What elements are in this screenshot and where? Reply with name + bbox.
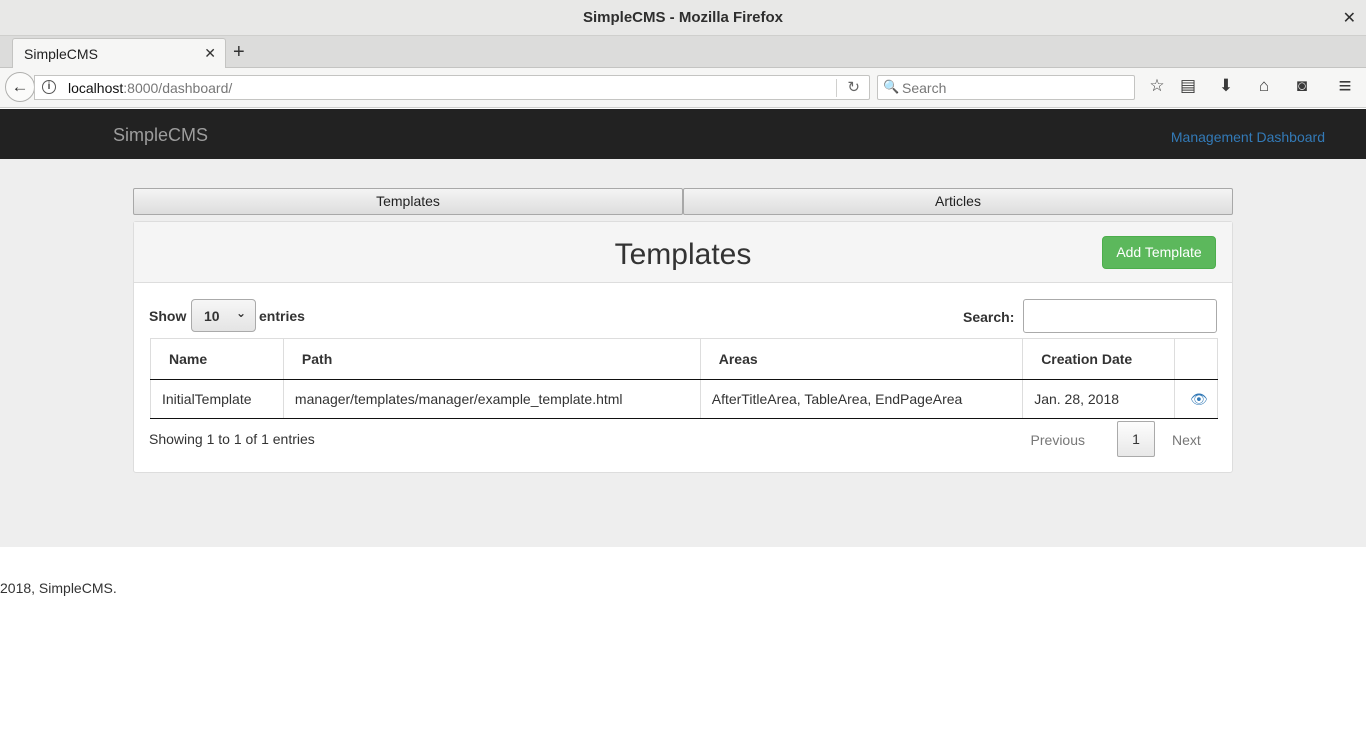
page-length-value: 10 [204,308,220,324]
templates-table: Name Path Areas Creation Date InitialTem… [150,338,1218,419]
bookmark-star-icon[interactable]: ☆ [1146,76,1168,96]
templates-panel: Templates Add Template Show 10 ⌄ entries… [133,221,1233,473]
table-header-row: Name Path Areas Creation Date [150,338,1218,380]
table-row: InitialTemplate manager/templates/manage… [150,379,1218,419]
chevron-down-icon: ⌄ [235,306,246,320]
reading-list-icon[interactable]: ▤ [1177,76,1199,96]
cell-name: InitialTemplate [150,379,284,419]
panel-title: Templates [614,238,752,271]
previous-page-button[interactable]: Previous [1031,432,1085,448]
show-label: Show [149,308,187,324]
column-header-path[interactable]: Path [282,338,701,380]
browser-tab-label: SimpleCMS [24,46,98,62]
articles-tab-button[interactable]: Articles [683,188,1233,215]
browser-tabstrip: SimpleCMS ✕ + [0,36,1366,68]
table-search-label: Search: [963,309,1015,325]
site-brand[interactable]: SimpleCMS [113,125,208,146]
search-icon: 🔍 [883,79,900,94]
home-icon[interactable]: ⌂ [1253,76,1275,96]
tab-close-icon[interactable]: ✕ [204,45,216,62]
cell-areas: AfterTitleArea, TableArea, EndPageArea [699,379,1024,419]
table-search-input[interactable] [1023,299,1217,333]
url-path: :8000/dashboard/ [123,80,233,96]
window-close-icon[interactable]: ✕ [1343,8,1356,28]
pocket-icon[interactable]: ◙ [1291,76,1313,96]
add-template-button[interactable]: Add Template [1102,236,1216,269]
cell-actions: 👁 [1174,379,1218,419]
page-length-select[interactable]: 10 ⌄ [191,299,256,332]
column-header-areas[interactable]: Areas [699,338,1024,380]
window-titlebar: SimpleCMS - Mozilla Firefox ✕ [0,0,1366,36]
url-host: localhost [68,80,124,96]
cell-path: manager/templates/manager/example_templa… [282,379,701,419]
management-dashboard-link[interactable]: Management Dashboard [1171,129,1325,145]
column-header-creation-date[interactable]: Creation Date [1022,338,1175,380]
new-tab-icon[interactable]: + [233,41,245,64]
main-content: Templates Articles Templates Add Templat… [0,159,1366,547]
back-arrow-icon[interactable]: ← [5,72,35,102]
templates-tab-button[interactable]: Templates [133,188,683,215]
entries-label: entries [259,308,305,324]
url-divider [836,79,837,97]
table-info: Showing 1 to 1 of 1 entries [149,431,315,447]
site-info-icon[interactable]: i [42,80,56,94]
column-header-actions [1174,338,1218,380]
page-1-button[interactable]: 1 [1117,421,1155,457]
site-footer: 2018, SimpleCMS. [0,580,117,596]
browser-tab[interactable]: SimpleCMS ✕ [12,38,226,68]
hamburger-menu-icon[interactable]: ≡ [1334,73,1356,99]
browser-search-bar[interactable]: 🔍 [877,75,1135,100]
browser-search-input[interactable] [902,78,1130,97]
reload-icon[interactable]: ↻ [847,78,860,96]
url-bar[interactable]: i localhost:8000/dashboard/ ↻ [34,75,870,100]
next-page-button[interactable]: Next [1172,432,1216,448]
panel-header: Templates Add Template [134,222,1232,283]
cell-date: Jan. 28, 2018 [1022,379,1175,419]
column-header-name[interactable]: Name [150,338,284,380]
view-eye-icon[interactable]: 👁 [1190,391,1208,407]
browser-toolbar: ← i localhost:8000/dashboard/ ↻ 🔍 ☆ ▤ ⬇ … [0,68,1366,108]
download-icon[interactable]: ⬇ [1215,76,1237,96]
url-text[interactable]: localhost:8000/dashboard/ [68,80,232,96]
pagination: Previous 1 Next [1016,421,1216,459]
table-search-control: Search: [963,299,1217,333]
site-navbar: SimpleCMS Management Dashboard [0,109,1366,159]
window-title: SimpleCMS - Mozilla Firefox [582,9,784,26]
